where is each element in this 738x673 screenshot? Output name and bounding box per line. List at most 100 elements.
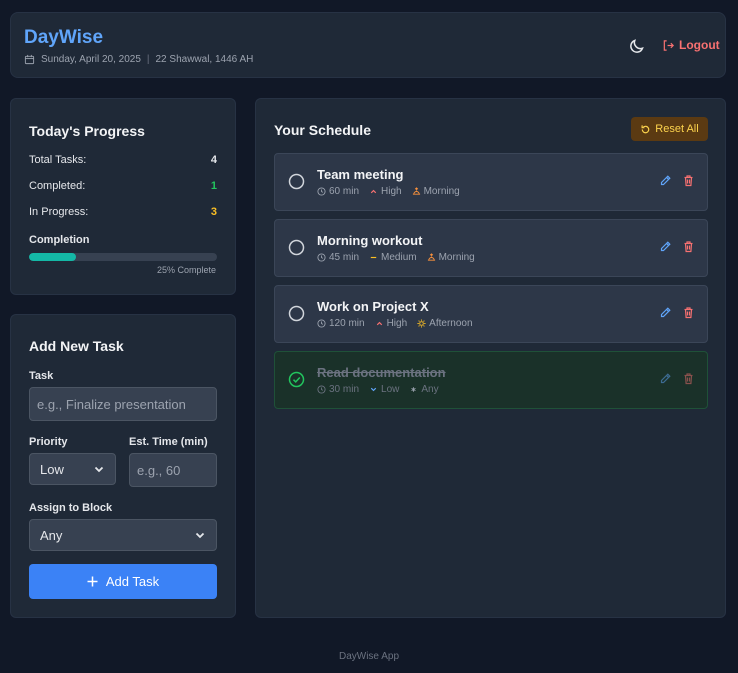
task-priority: High: [375, 318, 408, 329]
add-task-label: Add Task: [105, 574, 160, 589]
block-label: Assign to Block: [29, 502, 113, 514]
in-progress-label: In Progress:: [29, 206, 89, 218]
app-title: DayWise: [24, 27, 104, 48]
task-title: Read documentation: [317, 365, 446, 380]
total-tasks-value: 4: [210, 154, 217, 166]
task-duration-text: 60 min: [329, 186, 360, 197]
task-item[interactable]: Team meeting 60 min High Morning: [274, 153, 708, 211]
trash-icon[interactable]: [682, 372, 695, 385]
task-item[interactable]: Work on Project X 120 min High Afternoon: [274, 285, 708, 343]
chevron-up-icon: [376, 321, 382, 326]
schedule-card: Your Schedule Reset All Team meeting 60 m…: [255, 98, 726, 618]
task-priority: High: [369, 186, 402, 197]
edit-icon[interactable]: [659, 240, 672, 253]
task-title: Work on Project X: [317, 299, 429, 314]
in-progress-value: 3: [210, 206, 217, 218]
progress-card: Today's Progress Total Tasks: 4 Complete…: [10, 98, 236, 295]
check-circle-icon[interactable]: [288, 371, 305, 388]
task-meta: 60 min High Morning: [317, 186, 460, 197]
time-input[interactable]: [129, 453, 217, 487]
app-header: DayWise Sunday, April 20, 2025 | 22 Shaw…: [10, 12, 726, 78]
in-progress-row: In Progress: 3: [29, 206, 217, 218]
task-priority-text: Low: [381, 384, 400, 395]
completion-label: Completion: [29, 234, 90, 246]
priority-value: Low: [40, 461, 64, 477]
task-meta: 45 min Medium Morning: [317, 252, 475, 263]
clock-icon: [317, 319, 326, 328]
plus-icon: [87, 576, 98, 587]
completion-bar: [29, 253, 217, 261]
task-block: Morning: [412, 186, 460, 197]
block-value: Any: [40, 527, 63, 543]
task-block-text: Afternoon: [429, 318, 473, 329]
add-task-card: Add New Task Task Priority Low Est. Time…: [10, 314, 236, 618]
task-block: Morning: [427, 252, 475, 263]
task-priority: Medium: [369, 252, 417, 263]
task-title: Team meeting: [317, 167, 404, 182]
task-meta: 120 min High Afternoon: [317, 318, 473, 329]
task-priority-text: High: [381, 186, 402, 197]
completion-bar-fill: [29, 253, 76, 261]
reset-all-label: Reset All: [655, 123, 699, 135]
completed-label: Completed:: [29, 180, 86, 192]
chevron-down-icon: [195, 532, 205, 539]
hijri-date: 22 Shawwal, 1446 AH: [155, 54, 254, 65]
task-duration: 60 min: [317, 186, 359, 197]
task-meta: 30 min Low Any: [317, 384, 439, 395]
add-task-title: Add New Task: [29, 338, 124, 354]
date-row: Sunday, April 20, 2025 | 22 Shawwal, 144…: [24, 54, 253, 65]
task-input[interactable]: [29, 387, 217, 421]
task-title: Morning workout: [317, 233, 423, 248]
task-block: Any: [409, 384, 439, 395]
footer-text: DayWise App: [338, 651, 400, 662]
asterisk-icon: [411, 387, 417, 392]
task-block-text: Morning: [423, 186, 460, 197]
edit-icon[interactable]: [659, 306, 672, 319]
task-block: Afternoon: [417, 318, 473, 329]
priority-select[interactable]: Low: [29, 453, 116, 485]
schedule-title: Your Schedule: [274, 122, 371, 138]
completed-value: 1: [210, 180, 217, 192]
task-priority-text: High: [386, 318, 408, 329]
trash-icon[interactable]: [682, 240, 695, 253]
trash-icon[interactable]: [682, 174, 695, 187]
block-select[interactable]: Any: [29, 519, 217, 551]
progress-title: Today's Progress: [29, 123, 145, 139]
logout-button[interactable]: Logout: [662, 38, 720, 52]
edit-icon[interactable]: [659, 174, 672, 187]
reset-all-button[interactable]: Reset All: [631, 117, 708, 141]
task-priority-text: Medium: [381, 252, 417, 263]
sunrise-icon: [427, 253, 435, 261]
circle-icon[interactable]: [288, 305, 305, 322]
task-priority: Low: [369, 384, 399, 395]
edit-icon[interactable]: [659, 372, 672, 385]
circle-icon[interactable]: [288, 173, 305, 190]
trash-icon[interactable]: [682, 306, 695, 319]
date-separator: |: [146, 54, 150, 65]
task-actions: [659, 372, 695, 385]
logout-icon: [663, 39, 674, 51]
task-item[interactable]: Read documentation 30 min Low Any: [274, 351, 708, 409]
task-duration-text: 45 min: [329, 252, 360, 263]
clock-icon: [317, 385, 326, 394]
clock-icon: [317, 187, 326, 196]
task-item[interactable]: Morning workout 45 min Medium Morning: [274, 219, 708, 277]
task-block-text: Morning: [438, 252, 475, 263]
moon-icon[interactable]: [628, 37, 646, 55]
chevron-down-icon: [94, 466, 104, 473]
chevron-up-icon: [370, 189, 377, 194]
sun-icon: [417, 319, 426, 328]
task-block-text: Any: [421, 384, 439, 395]
calendar-icon: [24, 54, 35, 65]
circle-icon[interactable]: [288, 239, 305, 256]
time-label: Est. Time (min): [129, 436, 208, 448]
task-label: Task: [29, 370, 54, 382]
sunrise-icon: [412, 187, 420, 195]
chevron-down-icon: [370, 387, 377, 392]
minus-icon: [370, 256, 377, 259]
task-duration: 120 min: [317, 318, 365, 329]
total-tasks-label: Total Tasks:: [29, 154, 87, 166]
add-task-button[interactable]: Add Task: [29, 564, 217, 599]
task-actions: [659, 174, 695, 187]
task-actions: [659, 306, 695, 319]
